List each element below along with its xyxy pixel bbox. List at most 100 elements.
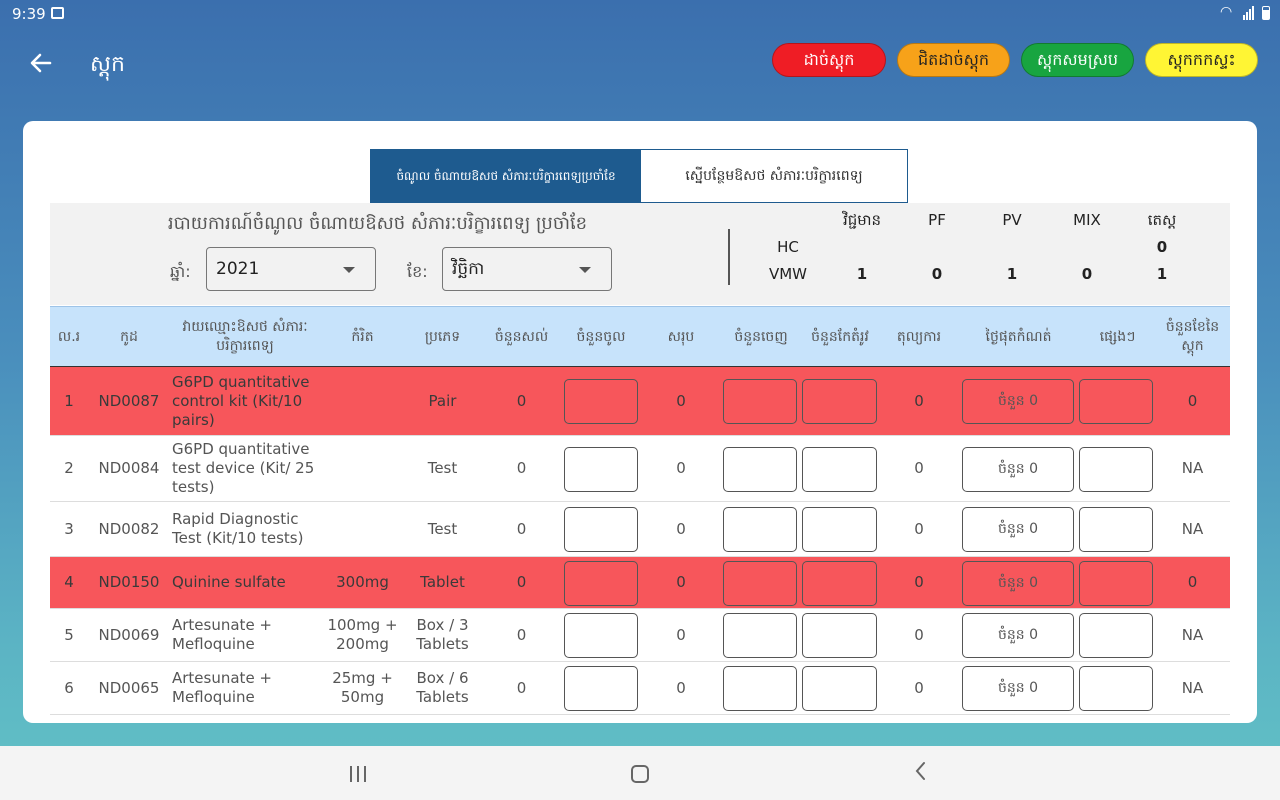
received-input[interactable] [564, 447, 638, 492]
table-header: ល.រ កូដ វាយឈ្មោះឱសថ សំភារៈ បរិក្ខារពេទ្យ… [50, 306, 1230, 368]
adjusted-input[interactable] [802, 561, 877, 606]
cell-total: 0 [676, 678, 686, 697]
cell-remain: 0 [516, 391, 527, 410]
cell-months-stock: NA [1181, 678, 1204, 697]
app-bar: ស្តុក ដាច់ស្តុក ជិតដាច់ស្តុក ស្តុកសមស្រប… [0, 28, 1280, 98]
cell-name: G6PD quantitative test device (Kit/ 25 t… [172, 440, 315, 496]
col-issued: ចំនួនចេញ [734, 328, 788, 345]
report-title: របាយការណ៍ចំណូល ចំណាយឱសថ សំភារៈបរិក្ខារពេ… [167, 213, 588, 234]
issued-input[interactable] [723, 666, 797, 711]
cell-no: 4 [64, 573, 74, 591]
cell-type: Test [427, 459, 458, 477]
status-bar: 9:39 ◠ [0, 0, 1280, 28]
col-total: សរុប [667, 328, 695, 345]
cell-remain: 0 [516, 678, 527, 697]
tab-monthly-report[interactable]: ចំណូល ចំណាយឱសថ សំភារៈបរិក្ខារពេទ្យប្រចាំ… [371, 150, 641, 202]
other-input[interactable] [1079, 447, 1153, 492]
expiry-input[interactable]: ចំនួន 0 [962, 379, 1074, 424]
cell-months-stock: NA [1181, 625, 1204, 644]
cell-type: Pair [428, 391, 457, 410]
cell-no: 2 [64, 459, 74, 477]
cell-total: 0 [676, 573, 686, 591]
stat-header-positive: វិជ្ជមាន [842, 211, 882, 229]
nav-back-icon[interactable] [913, 760, 927, 788]
cell-months-stock: NA [1181, 519, 1204, 538]
year-value: 2021 [216, 259, 260, 279]
adjusted-input[interactable] [802, 379, 877, 424]
stat-header-mix: MIX [1073, 211, 1101, 229]
issued-input[interactable] [723, 379, 797, 424]
cell-type: Tablet [420, 573, 465, 591]
col-expiry: ថ្ងៃផុតកំណត់ [985, 328, 1052, 345]
issued-input[interactable] [723, 561, 797, 606]
cell-dose: 100mg + 200mg [327, 616, 398, 653]
stat-hc-test: 0 [1156, 238, 1168, 256]
cell-dose: 300mg [336, 573, 389, 591]
adjusted-input[interactable] [802, 666, 877, 711]
system-navigation-bar [0, 746, 1280, 800]
adjusted-input[interactable] [802, 507, 877, 552]
signal-icon [1243, 6, 1255, 20]
cell-name: G6PD quantitative control kit (Kit/10 pa… [172, 372, 310, 429]
legend-out-of-stock[interactable]: ដាច់ស្តុក [772, 43, 886, 77]
cell-total: 0 [676, 459, 686, 477]
adjusted-input[interactable] [802, 613, 877, 658]
received-input[interactable] [564, 613, 638, 658]
cell-type: Test [427, 519, 458, 538]
received-input[interactable] [564, 507, 638, 552]
other-input[interactable] [1079, 379, 1153, 424]
stat-header-pv: PV [1002, 211, 1022, 229]
col-code: កូដ [120, 328, 138, 345]
month-select[interactable]: វិច្ឆិកា [442, 247, 612, 291]
cell-type: Box / 3 Tablets [416, 616, 469, 653]
col-no: ល.រ [57, 328, 81, 345]
cell-balance: 0 [914, 625, 924, 644]
adjusted-input[interactable] [802, 447, 877, 492]
cell-dose [320, 367, 405, 435]
stat-row-label-hc: HC [777, 238, 799, 256]
received-input[interactable] [564, 666, 638, 711]
issued-input[interactable] [723, 507, 797, 552]
expiry-input[interactable]: ចំនួន 0 [962, 561, 1074, 606]
other-input[interactable] [1079, 507, 1153, 552]
cell-code: ND0087 [98, 391, 160, 410]
stat-vmw-test: 1 [1156, 265, 1168, 283]
legend-overstock[interactable]: ស្តុកកកស្ទះ [1145, 43, 1258, 77]
expiry-input[interactable]: ចំនួន 0 [962, 613, 1074, 658]
report-summary: របាយការណ៍ចំណូល ចំណាយឱសថ សំភារៈបរិក្ខារពេ… [50, 203, 1230, 305]
other-input[interactable] [1079, 666, 1153, 711]
table-row: 2 ND0084 G6PD quantitative test device (Ki… [50, 436, 1230, 502]
issued-input[interactable] [723, 613, 797, 658]
col-received: ចំនួនចូល [576, 328, 626, 345]
table-row: 4 ND0150 Quinine sulfate 300mg Tablet 0 0 0 0 ចំន… [50, 557, 1230, 609]
cell-no: 6 [64, 678, 74, 697]
legend-near-out-of-stock[interactable]: ជិតដាច់ស្តុក [897, 43, 1010, 77]
stat-vmw-pf: 0 [931, 265, 943, 283]
other-input[interactable] [1079, 561, 1153, 606]
issued-input[interactable] [723, 447, 797, 492]
other-input[interactable] [1079, 613, 1153, 658]
year-select[interactable]: 2021 [206, 247, 376, 291]
col-dose: កំរិត [351, 328, 374, 345]
cell-code: ND0069 [98, 625, 160, 644]
recent-apps-icon[interactable] [350, 766, 370, 782]
home-icon[interactable] [631, 765, 649, 783]
cell-balance: 0 [914, 678, 924, 697]
col-adjusted: ចំនួនកែតំរូវ [811, 328, 869, 345]
cell-months-stock: 0 [1187, 573, 1198, 591]
chevron-down-icon [343, 267, 355, 273]
divider [728, 229, 730, 285]
received-input[interactable] [564, 379, 638, 424]
tab-request-supplies[interactable]: ស្នើបន្ថែមឱសថ សំភារៈបរិក្ខារពេទ្យ [641, 150, 907, 202]
cell-no: 5 [64, 625, 74, 644]
table-row: 1 ND0087 G6PD quantitative control kit (Ki… [50, 367, 1230, 436]
back-arrow-icon[interactable] [26, 48, 56, 78]
cell-months-stock: 0 [1187, 391, 1198, 410]
expiry-input[interactable]: ចំនួន 0 [962, 666, 1074, 711]
cell-total: 0 [676, 519, 686, 538]
expiry-input[interactable]: ចំនួន 0 [962, 447, 1074, 492]
battery-icon [1262, 6, 1270, 20]
expiry-input[interactable]: ចំនួន 0 [962, 507, 1074, 552]
legend-adequate-stock[interactable]: ស្តុកសមស្រប [1021, 43, 1134, 77]
received-input[interactable] [564, 561, 638, 606]
